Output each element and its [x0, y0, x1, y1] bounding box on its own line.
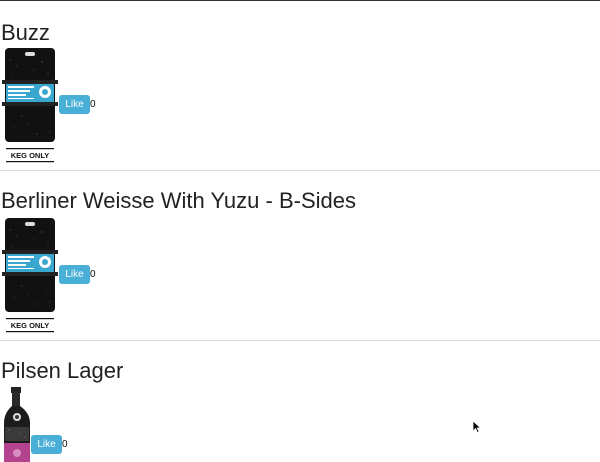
like-button[interactable]: Like [59, 265, 90, 284]
keg-only-icon: KEG ONLY [2, 218, 58, 333]
beer-item: Buzz KEG ONLY Like 0 [0, 0, 600, 171]
beer-title: Buzz [1, 20, 50, 45]
bottle-icon [4, 387, 30, 462]
like-button[interactable]: Like [31, 435, 62, 454]
beer-title: Pilsen Lager [1, 358, 124, 383]
like-button[interactable]: Like [59, 95, 90, 114]
beer-list: Buzz KEG ONLY Like 0 Berliner Weisse Wit… [0, 0, 600, 462]
keg-only-icon: KEG ONLY [2, 48, 58, 163]
mouse-cursor-icon [472, 420, 482, 434]
beer-item: Pilsen Lager Like 0 [0, 341, 600, 462]
keg-only-label: KEG ONLY [11, 321, 49, 330]
beer-title: Berliner Weisse With Yuzu - B-Sides [1, 188, 356, 213]
like-count: 0 [90, 99, 96, 110]
like-count: 0 [90, 269, 96, 280]
like-count: 0 [62, 439, 68, 450]
beer-item: Berliner Weisse With Yuzu - B-Sides KEG … [0, 171, 600, 340]
keg-only-label: KEG ONLY [11, 151, 49, 160]
